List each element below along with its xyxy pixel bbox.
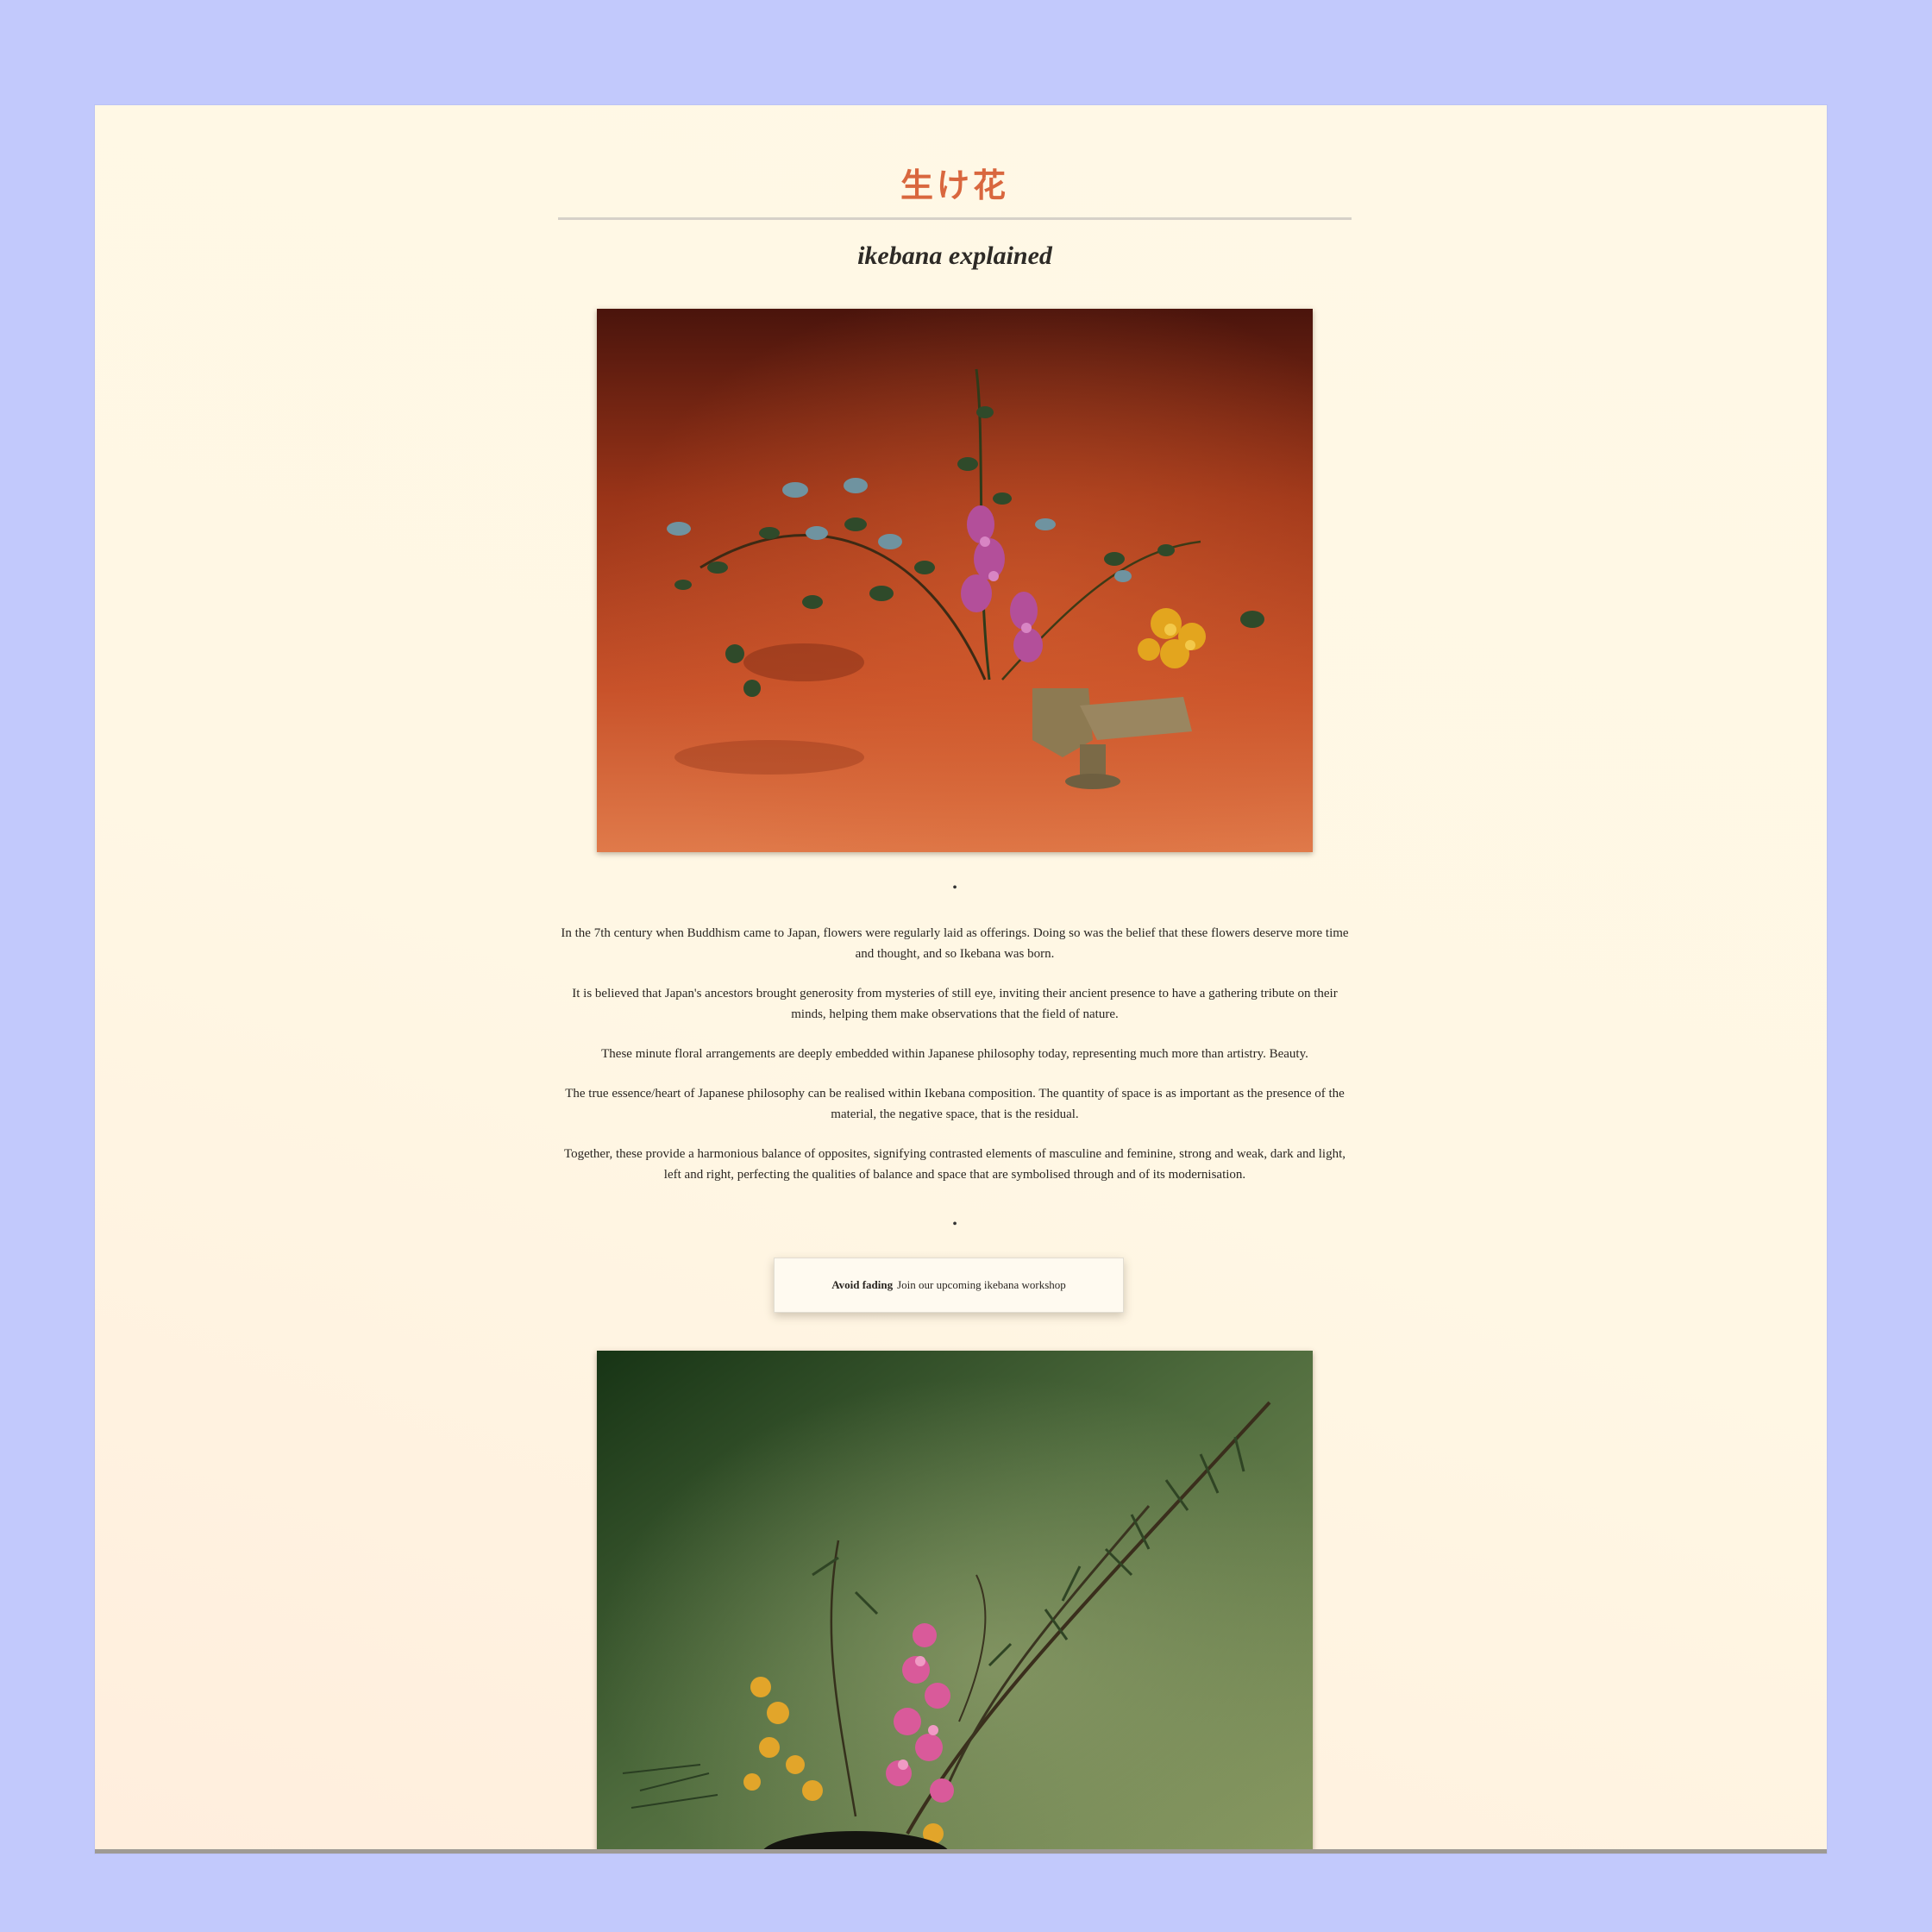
section-divider-dot: • xyxy=(952,1217,957,1232)
article-paragraph: These minute floral arrangements are dee… xyxy=(601,1047,1308,1061)
cta-label: Join our upcoming ikebana workshop xyxy=(897,1278,1066,1291)
article-paragraph: The true essence/heart of Japanese philo… xyxy=(565,1087,1345,1121)
workshop-cta-button[interactable]: Avoid fading Join our upcoming ikebana w… xyxy=(774,1258,1124,1313)
article-paragraph: It is believed that Japan's ancestors br… xyxy=(572,987,1338,1021)
cta-bold-label: Avoid fading xyxy=(831,1278,894,1291)
page: 生け花 ikebana explained • In the 7th centu… xyxy=(95,105,1827,1854)
ikebana-photo-red xyxy=(597,309,1313,852)
ikebana-photo-green xyxy=(597,1351,1313,1849)
page-subtitle: ikebana explained xyxy=(857,242,1052,270)
article-paragraph: Together, these provide a harmonious bal… xyxy=(563,1147,1346,1182)
article-body: In the 7th century when Buddhism came to… xyxy=(558,923,1352,1204)
page-title: 生け花 xyxy=(900,168,1009,204)
article-paragraph: In the 7th century when Buddhism came to… xyxy=(561,926,1349,961)
title-divider xyxy=(558,217,1352,220)
section-divider-dot: • xyxy=(952,881,957,895)
